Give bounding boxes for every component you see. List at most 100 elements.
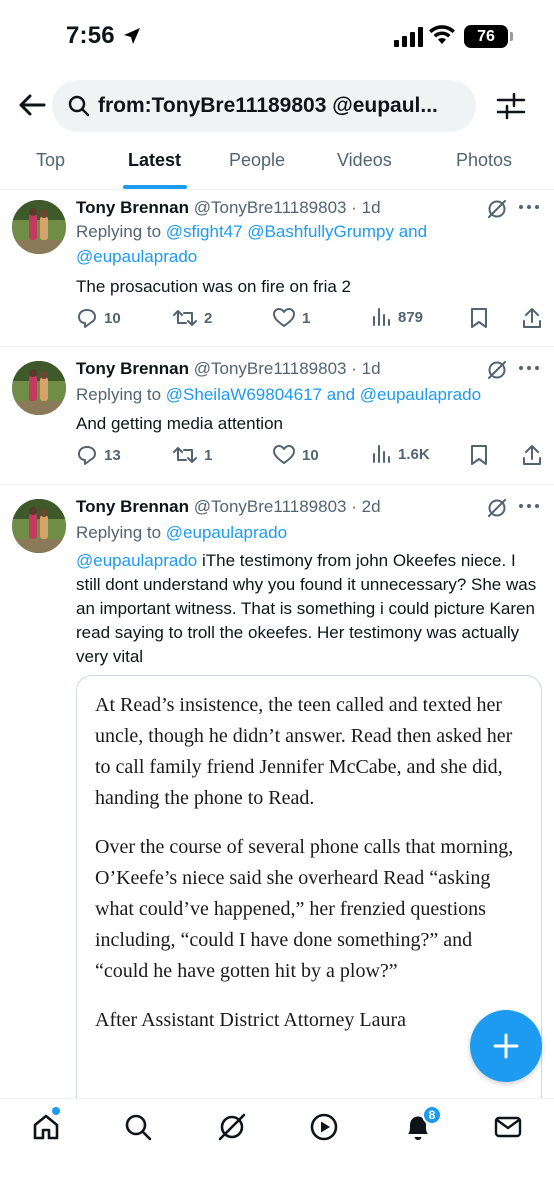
search-icon [68,95,90,117]
tweet[interactable]: Tony Brennan @TonyBre11189803 · 1d Reply… [0,190,554,347]
retweet-icon [173,310,197,326]
more-options-icon[interactable] [518,503,540,509]
tweet-header: Tony Brennan @TonyBre11189803 · 1d [76,198,381,218]
replying-to: Replying to @eupaulaprado [76,520,546,545]
tweet-header: Tony Brennan @TonyBre11189803 · 1d [76,359,381,379]
avatar[interactable] [12,361,66,415]
view-count: 879 [398,308,424,326]
tweet[interactable]: Tony Brennan @TonyBre11189803 · 2d Reply… [0,485,554,1115]
text-mention[interactable]: @eupaulaprado [76,551,197,570]
reply-button[interactable]: 10 [76,307,121,329]
tab-videos[interactable]: Videos [337,150,392,171]
grok-icon[interactable] [486,359,508,381]
retweet-icon [173,447,197,463]
nav-grok[interactable] [212,1109,252,1145]
quote-paragraph: At Read’s insistence, the teen called an… [95,694,513,809]
tweet-time: · 1d [351,359,381,378]
play-circle-icon [310,1113,338,1141]
author-name[interactable]: Tony Brennan [76,497,189,516]
reply-mention[interactable]: @eupaulaprado [360,385,481,404]
author-name[interactable]: Tony Brennan [76,359,189,378]
home-unread-dot [52,1107,60,1115]
retweet-count: 2 [204,309,213,327]
like-button[interactable]: 10 [272,444,319,466]
home-icon [33,1114,59,1140]
nav-video[interactable] [304,1109,344,1145]
views-chart-icon [373,308,390,326]
search-tabs: Top Latest People Videos Photos [0,140,554,190]
plus-icon [493,1033,519,1059]
avatar[interactable] [12,499,66,553]
bookmark-icon[interactable] [470,307,488,329]
author-handle[interactable]: @TonyBre11189803 [194,359,347,378]
active-tab-indicator [123,185,187,189]
status-bar: 7:56 76 [0,0,554,75]
wifi-icon [429,25,455,44]
reply-button[interactable]: 13 [76,444,121,466]
notifications-badge: 8 [422,1105,442,1125]
reply-count: 10 [104,309,121,327]
back-arrow-icon[interactable] [16,90,48,120]
like-count: 10 [302,446,319,464]
replying-to: Replying to @SheilaW69804617 and @eupaul… [76,382,546,407]
cellular-signal-icon [394,27,423,47]
bottom-navigation: 8 [0,1098,554,1200]
views-button[interactable]: 879 [372,307,423,327]
reply-mentions[interactable]: @sfight47 @BashfullyGrumpy [166,222,394,241]
search-header: from:TonyBre11189803 @eupaul... [0,78,554,132]
grok-icon[interactable] [486,497,508,519]
nav-home[interactable] [26,1109,66,1145]
reply-mention[interactable]: @SheilaW69804617 [166,385,322,404]
location-arrow-icon [124,28,140,44]
tab-top[interactable]: Top [36,150,65,171]
reply-mention[interactable]: @eupaulaprado [76,247,197,266]
author-handle[interactable]: @TonyBre11189803 [194,198,347,217]
tweet[interactable]: Tony Brennan @TonyBre11189803 · 1d Reply… [0,347,554,485]
tweet-actions: 13 1 10 1.6K [76,444,546,468]
replying-to-label: Replying to [76,385,166,404]
tweet-text: And getting media attention [76,414,283,433]
tab-people[interactable]: People [229,150,285,171]
bookmark-icon[interactable] [470,444,488,466]
status-time: 7:56 [66,22,115,49]
more-options-icon[interactable] [518,204,540,210]
envelope-icon [494,1116,522,1138]
avatar[interactable] [12,200,66,254]
views-button[interactable]: 1.6K [372,444,430,464]
like-button[interactable]: 1 [272,307,310,329]
filter-sliders-icon[interactable] [494,90,528,122]
quote-paragraph: After Assistant District Attorney Laura [95,1009,407,1031]
replying-to: Replying to @sfight47 @BashfullyGrumpy a… [76,219,546,269]
search-query: from:TonyBre11189803 @eupaul... [98,94,438,117]
battery-indicator: 76 [464,25,508,48]
share-icon[interactable] [522,444,542,466]
reply-mention[interactable]: @eupaulaprado [166,523,287,542]
more-options-icon[interactable] [518,365,540,371]
tweet-header: Tony Brennan @TonyBre11189803 · 2d [76,497,381,517]
search-input[interactable]: from:TonyBre11189803 @eupaul... [52,80,476,132]
grok-icon [218,1113,246,1141]
reply-icon [78,446,96,465]
battery-tip [510,32,513,41]
retweet-button[interactable]: 2 [172,307,212,329]
tab-latest[interactable]: Latest [128,150,181,171]
author-name[interactable]: Tony Brennan [76,198,189,217]
compose-button[interactable] [470,1010,542,1082]
reply-and: and [321,385,360,404]
like-count: 1 [302,309,311,327]
nav-explore[interactable] [118,1109,158,1145]
replying-to-label: Replying to [76,222,166,241]
nav-messages[interactable] [488,1109,528,1145]
retweet-button[interactable]: 1 [172,444,212,466]
grok-icon[interactable] [486,198,508,220]
tweet-time: · 2d [351,497,381,516]
tweet-time: · 1d [351,198,381,217]
author-handle[interactable]: @TonyBre11189803 [194,497,347,516]
search-icon [125,1114,152,1141]
reply-and: and [394,222,428,241]
heart-icon [273,308,295,327]
share-icon[interactable] [522,307,542,329]
view-count: 1.6K [398,445,430,463]
heart-icon [273,445,295,464]
tab-photos[interactable]: Photos [456,150,512,171]
